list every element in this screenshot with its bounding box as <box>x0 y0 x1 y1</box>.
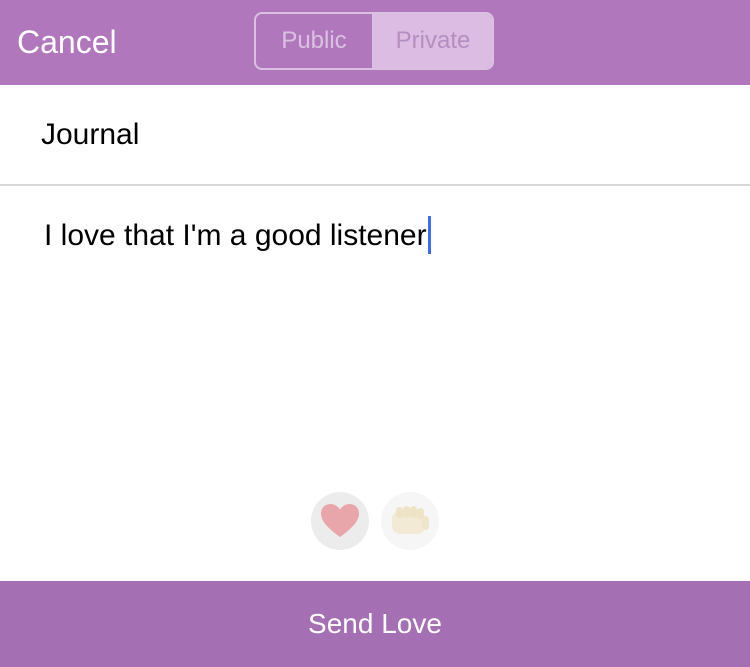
send-love-button[interactable]: Send Love <box>0 581 750 667</box>
cancel-button[interactable]: Cancel <box>17 22 117 62</box>
body-text: I love that I'm a good listener <box>44 219 427 252</box>
heart-icon <box>321 504 359 537</box>
title-text: Journal <box>41 118 140 151</box>
body-text-line: I love that I'm a good listener <box>44 216 431 256</box>
compose-screen: Cancel Public Private Journal I love tha… <box>0 0 750 667</box>
segment-private[interactable]: Private <box>374 14 492 68</box>
text-cursor <box>427 216 431 254</box>
title-field[interactable]: Journal <box>0 85 750 186</box>
body-text-area[interactable]: I love that I'm a good listener <box>0 186 750 476</box>
segment-public[interactable]: Public <box>256 14 374 68</box>
top-bar: Cancel Public Private <box>0 0 750 85</box>
visibility-segmented-control: Public Private <box>254 12 494 70</box>
fist-bump-icon <box>392 506 429 534</box>
heart-reaction-button[interactable] <box>311 492 369 550</box>
fist-bump-reaction-button[interactable] <box>381 492 439 550</box>
